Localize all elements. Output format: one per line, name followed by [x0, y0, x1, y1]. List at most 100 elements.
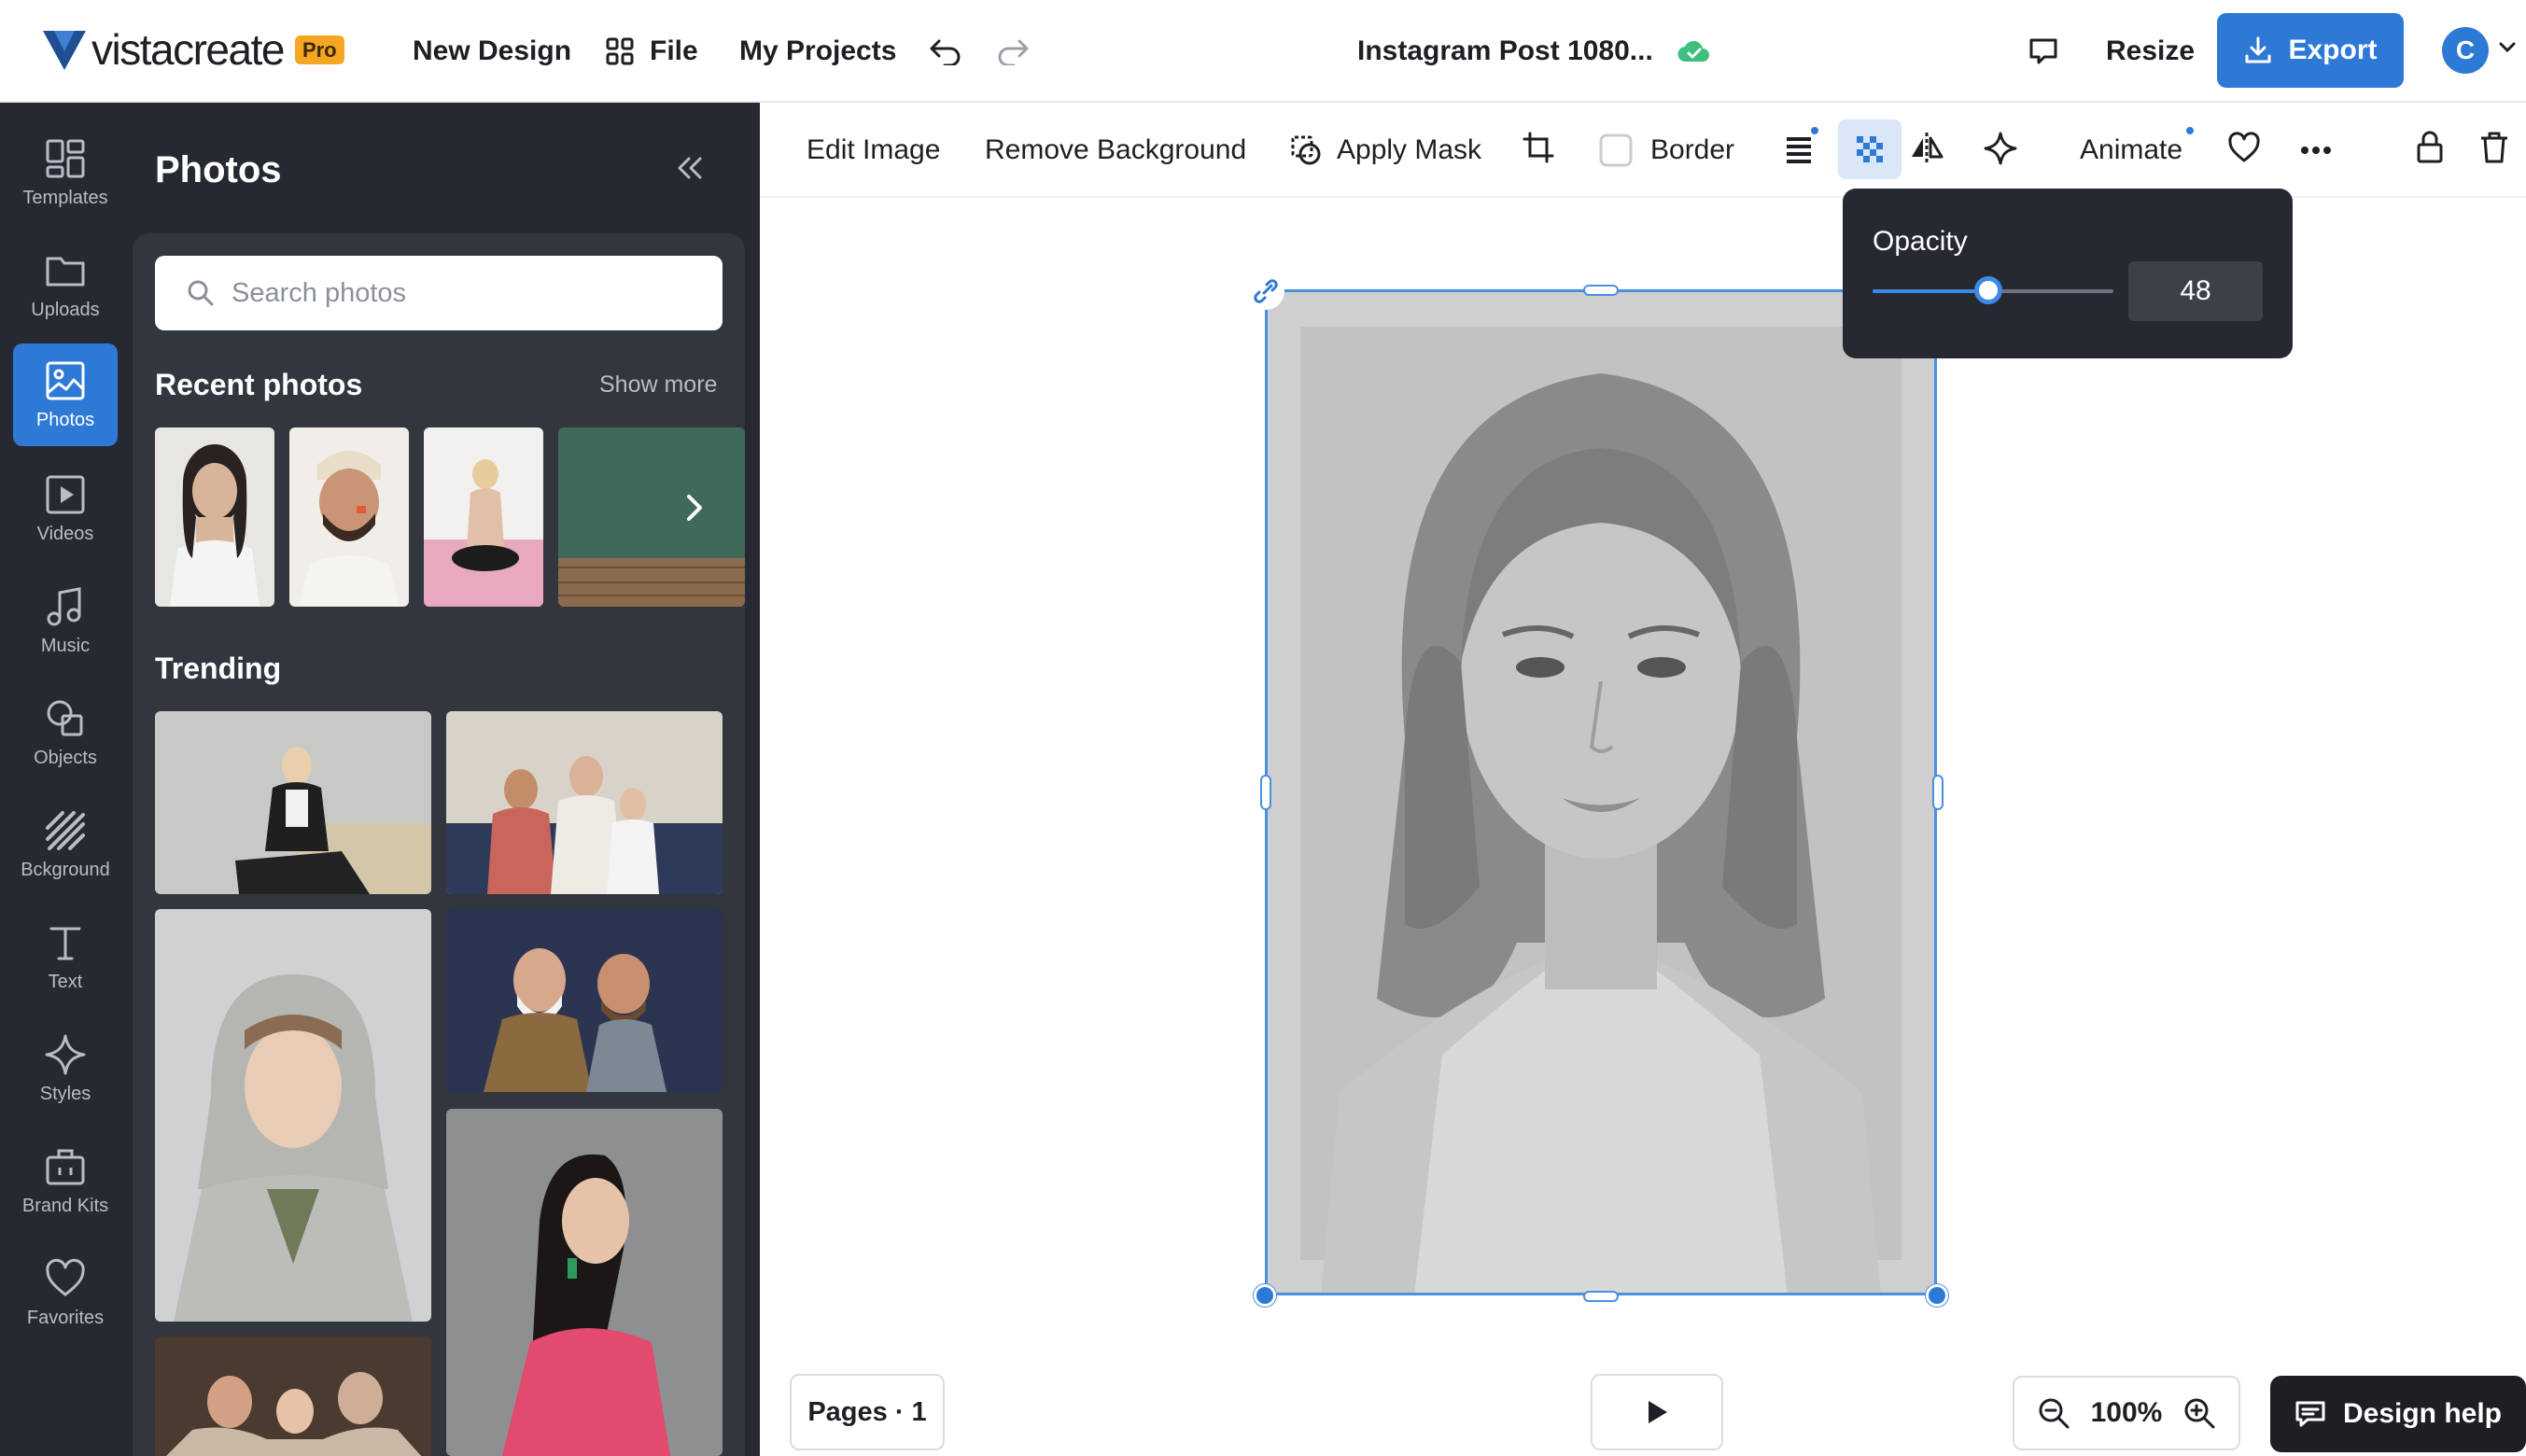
avatar[interactable]: C	[2442, 27, 2489, 74]
templates-icon	[46, 139, 85, 177]
comments-button[interactable]	[2028, 0, 2059, 103]
file-menu-button[interactable]: File	[605, 0, 698, 103]
rotate-handle[interactable]	[1247, 273, 1284, 310]
zoom-out-icon	[2039, 1398, 2070, 1429]
double-chevron-left-icon	[678, 157, 702, 179]
show-more-link[interactable]: Show more	[599, 371, 717, 399]
design-help-button[interactable]: Design help	[2270, 1376, 2526, 1452]
document-title[interactable]: Instagram Post 1080...	[1357, 0, 1711, 103]
zoom-in-icon	[2184, 1398, 2215, 1429]
zoom-in-button[interactable]	[2182, 1396, 2216, 1430]
rail-item-music[interactable]: Music	[13, 569, 118, 672]
vistacreate-logo[interactable]: vistacreate Pro	[41, 24, 344, 75]
panel-title: Photos	[155, 149, 282, 190]
recent-photos-title: Recent photos	[155, 368, 363, 401]
trending-photo-3[interactable]	[155, 909, 431, 1322]
opacity-button[interactable]	[1838, 119, 1902, 179]
edit-image-button[interactable]: Edit Image	[807, 103, 940, 198]
rail-label-templates: Templates	[22, 187, 108, 208]
rail-label-music: Music	[40, 635, 91, 656]
rail-item-background[interactable]: Bckground	[13, 793, 118, 896]
recent-photo-2[interactable]	[289, 427, 409, 607]
undo-button[interactable]	[928, 0, 963, 103]
rail-item-brand-kits[interactable]: Brand Kits	[13, 1129, 118, 1232]
opacity-slider-thumb[interactable]	[1973, 276, 2002, 304]
trending-photo-1[interactable]	[155, 711, 431, 894]
lock-button[interactable]	[2416, 131, 2444, 164]
flip-button[interactable]	[1909, 131, 1944, 164]
animate-button[interactable]: Animate	[2080, 103, 2182, 198]
pages-button[interactable]: Pages · 1	[790, 1374, 945, 1450]
rail-item-photos[interactable]: Photos	[13, 343, 118, 446]
apply-mask-button[interactable]: Apply Mask	[1290, 103, 1481, 198]
photo-icon	[46, 361, 85, 399]
recent-photo-3[interactable]	[424, 427, 543, 607]
my-projects-button[interactable]: My Projects	[739, 0, 896, 103]
opacity-popover: Opacity 48	[1843, 189, 2293, 358]
effects-button[interactable]	[1983, 131, 2018, 166]
chevron-down-icon[interactable]	[2498, 41, 2517, 54]
redo-icon	[998, 39, 1029, 65]
rail-item-objects[interactable]: Objects	[13, 681, 118, 784]
favorite-button[interactable]	[2227, 131, 2261, 164]
zoom-level[interactable]: 100%	[2091, 1397, 2163, 1429]
rail-label-uploads: Uploads	[31, 299, 100, 320]
search-placeholder: Search photos	[232, 277, 407, 308]
delete-button[interactable]	[2479, 131, 2509, 164]
zoom-controls: 100%	[2013, 1376, 2240, 1450]
chat-icon	[2294, 1399, 2326, 1429]
trending-photo-5[interactable]	[446, 1109, 723, 1456]
resize-button[interactable]: Resize	[2106, 0, 2195, 103]
shapes-icon	[47, 700, 83, 735]
document-title-text: Instagram Post 1080...	[1357, 35, 1653, 66]
search-input[interactable]: Search photos	[155, 256, 723, 330]
rail-item-uploads[interactable]: Uploads	[13, 233, 118, 336]
rail-item-text[interactable]: Text	[13, 905, 118, 1008]
opacity-value-input[interactable]: 48	[2128, 261, 2263, 321]
download-icon	[2243, 35, 2273, 65]
recent-photo-4[interactable]	[558, 427, 745, 607]
resize-handle-top[interactable]	[1583, 285, 1619, 296]
redo-button[interactable]	[995, 0, 1031, 103]
panel-scrollbar[interactable]	[745, 233, 760, 1456]
resize-handle-bottom-right[interactable]	[1926, 1284, 1948, 1307]
resize-handle-left[interactable]	[1260, 775, 1271, 810]
trending-photo-6[interactable]	[155, 1337, 431, 1456]
rail-label-favorites: Favorites	[26, 1307, 105, 1328]
border-button[interactable]: Border	[1598, 103, 1734, 198]
rail-item-styles[interactable]: Styles	[13, 1017, 118, 1120]
rail-label-styles: Styles	[39, 1083, 91, 1104]
align-lines-icon	[1787, 137, 1811, 163]
crop-button[interactable]	[1522, 131, 1555, 164]
more-options-button[interactable]	[2300, 146, 2332, 155]
trending-photo-2[interactable]	[446, 711, 723, 894]
transparency-icon	[1857, 136, 1883, 162]
recent-next-button[interactable]	[683, 491, 706, 525]
new-design-button[interactable]: New Design	[413, 0, 571, 103]
play-icon	[1649, 1401, 1667, 1423]
opacity-slider-fill	[1873, 289, 1988, 293]
rail-item-videos[interactable]: Videos	[13, 457, 118, 560]
resize-handle-bottom[interactable]	[1583, 1291, 1619, 1302]
recent-photo-1[interactable]	[155, 427, 274, 607]
left-rail: Templates Uploads Photos Videos Music Ob…	[0, 103, 133, 1456]
opacity-slider[interactable]	[1873, 276, 2113, 304]
mask-icon	[1291, 135, 1321, 165]
resize-handle-right[interactable]	[1932, 775, 1944, 810]
pro-badge: Pro	[294, 35, 344, 64]
play-button[interactable]	[1591, 1374, 1723, 1450]
rail-label-objects: Objects	[34, 747, 97, 768]
rail-item-favorites[interactable]: Favorites	[13, 1241, 118, 1344]
export-label: Export	[2288, 35, 2378, 65]
zoom-out-button[interactable]	[2037, 1396, 2070, 1430]
collapse-panel-button[interactable]	[674, 155, 706, 181]
resize-handle-bottom-left[interactable]	[1254, 1284, 1276, 1307]
lock-icon	[2417, 131, 2443, 163]
sparkle-icon	[1984, 132, 2017, 165]
trending-photo-4[interactable]	[446, 909, 723, 1092]
export-button[interactable]: Export	[2217, 13, 2404, 88]
layer-position-button[interactable]	[1783, 134, 1815, 166]
rail-item-templates[interactable]: Templates	[13, 121, 118, 224]
remove-background-button[interactable]: Remove Background	[985, 103, 1246, 198]
rail-label-brand-kits: Brand Kits	[21, 1195, 109, 1216]
